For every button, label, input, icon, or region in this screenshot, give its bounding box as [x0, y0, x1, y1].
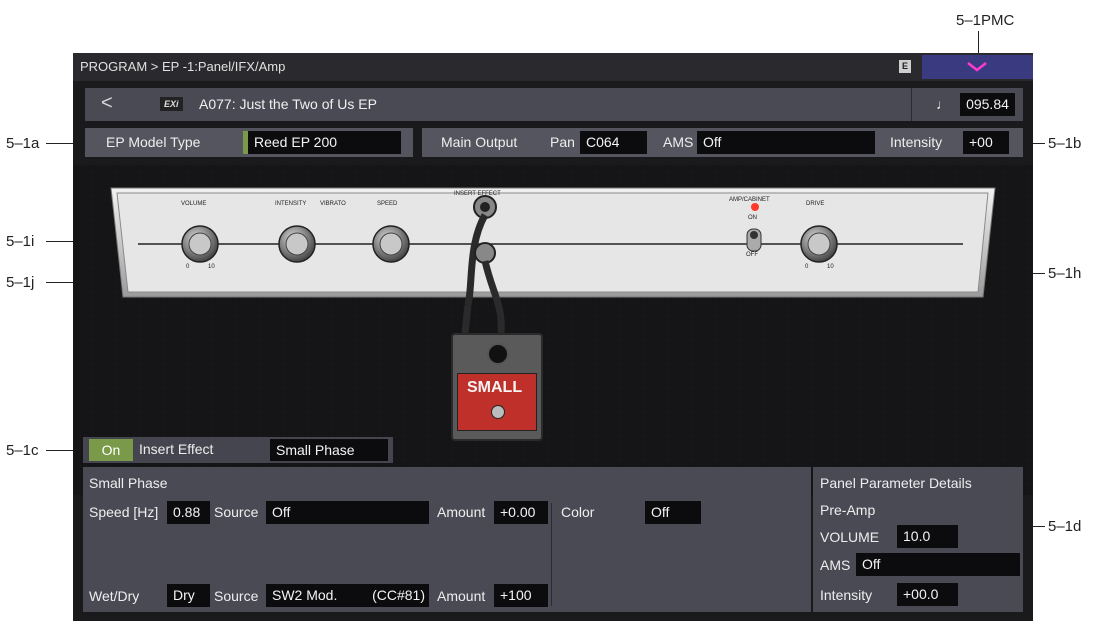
source-2-field[interactable]: SW2 Mod. (CC#81): [266, 584, 429, 607]
amount-2-field[interactable]: +100: [494, 584, 548, 607]
insert-effect-field[interactable]: Small Phase: [270, 439, 388, 461]
volume-scale-min: 0: [186, 264, 190, 270]
vibrato-label: VIBRATO: [320, 201, 346, 207]
details-intensity-label: Intensity: [820, 587, 873, 603]
insert-effect-jack-label: INSERT EFFECT: [454, 191, 501, 197]
intensity-label: Intensity: [890, 134, 943, 150]
pedal-label: SMALL: [467, 379, 523, 396]
chevron-down-icon: [967, 62, 987, 72]
source-2-value: SW2 Mod.: [272, 587, 338, 603]
callout-5-1pmc: 5–1PMC: [956, 12, 1015, 29]
source-1-field[interactable]: Off: [266, 501, 429, 524]
drive-scale-min: 0: [805, 264, 809, 270]
callout-5-1a: 5–1a: [6, 135, 40, 152]
ams-label: AMS: [663, 134, 694, 150]
chevron-left-icon[interactable]: <: [101, 92, 113, 115]
details-ams-label: AMS: [820, 557, 851, 573]
drive-scale-max: 10: [827, 264, 834, 270]
callout-5-1j: 5–1j: [6, 274, 35, 291]
pedal-knob[interactable]: [487, 343, 509, 365]
callout-5-1b: 5–1b: [1048, 135, 1082, 152]
source-1-label: Source: [214, 504, 259, 520]
intensity-knob[interactable]: [278, 225, 316, 263]
intensity-knob-label: INTENSITY: [275, 201, 307, 207]
details-volume-label: VOLUME: [820, 529, 880, 545]
program-name[interactable]: A077: Just the Two of Us EP: [199, 96, 377, 112]
amount-1-field[interactable]: +0.00: [494, 501, 548, 524]
insert-effect-jack[interactable]: [473, 195, 497, 219]
callout-5-1d: 5–1d: [1048, 518, 1082, 535]
pan-label: Pan: [550, 134, 575, 150]
small-phase-panel: Small Phase Speed [Hz] 0.88 Source Off A…: [83, 467, 811, 612]
callout-5-1h: 5–1h: [1048, 265, 1082, 282]
divider: [551, 503, 552, 606]
insert-effect-row: On Insert Effect Small Phase: [83, 437, 393, 463]
speed-knob-label: SPEED: [377, 201, 398, 207]
volume-knob-label: VOLUME: [181, 201, 207, 207]
small-phase-pedal[interactable]: SMALL: [451, 333, 543, 441]
source-2-cc: (CC#81): [372, 587, 425, 603]
speed-label: Speed [Hz]: [89, 504, 159, 520]
ams-field[interactable]: Off: [697, 131, 875, 154]
drive-knob[interactable]: [800, 225, 838, 263]
tempo-field[interactable]: 095.84: [960, 93, 1015, 116]
ep-model-row: EP Model Type Reed EP 200: [85, 128, 413, 157]
divider: [911, 88, 912, 121]
breadcrumb: PROGRAM > EP -1:Panel/IFX/Amp: [80, 59, 286, 74]
details-title: Panel Parameter Details: [820, 475, 972, 491]
details-intensity-field[interactable]: +00.0: [897, 583, 958, 606]
details-ams-field[interactable]: Off: [856, 553, 1020, 576]
volume-knob[interactable]: [181, 225, 219, 263]
switch-off-label: OFF: [746, 252, 758, 258]
callout-5-1i: 5–1i: [6, 233, 35, 250]
main-output-row: Main Output Pan C064 AMS Off Intensity +…: [422, 128, 1023, 157]
e-badge: E: [899, 60, 911, 73]
intensity-field[interactable]: +00: [963, 131, 1009, 154]
color-label: Color: [561, 504, 595, 520]
amp-cabinet-label: AMP/CABINET: [729, 197, 770, 203]
amount-1-label: Amount: [437, 504, 486, 520]
details-section: Pre-Amp: [820, 502, 876, 518]
program-select-bar: < EXi A077: Just the Two of Us EP ♩ 095.…: [85, 88, 1023, 121]
ep-model-type-label: EP Model Type: [106, 134, 201, 150]
small-phase-title: Small Phase: [89, 475, 168, 491]
details-volume-field[interactable]: 10.0: [897, 525, 958, 548]
amp-on-led: [751, 203, 759, 211]
title-bar: PROGRAM > EP -1:Panel/IFX/Amp E: [73, 53, 1033, 81]
drive-knob-label: DRIVE: [806, 201, 825, 207]
page-menu-command-button[interactable]: [922, 55, 1033, 79]
exi-badge: EXi: [160, 97, 183, 111]
insert-effect-label: Insert Effect: [139, 441, 214, 457]
main-output-label: Main Output: [441, 134, 518, 150]
pan-field[interactable]: C064: [580, 131, 647, 154]
speed-knob[interactable]: [372, 225, 410, 263]
color-field[interactable]: Off: [645, 501, 701, 524]
amp-cabinet-switch[interactable]: [746, 228, 762, 252]
source-2-label: Source: [214, 588, 259, 604]
wetdry-field[interactable]: Dry: [167, 584, 210, 607]
insert-effect-on-button[interactable]: On: [89, 439, 133, 461]
panel-parameter-details: Panel Parameter Details Pre-Amp VOLUME 1…: [813, 467, 1023, 612]
volume-scale-max: 10: [208, 264, 215, 270]
speed-field[interactable]: 0.88: [167, 501, 210, 524]
quarter-note-icon: ♩: [936, 96, 950, 112]
wetdry-label: Wet/Dry: [89, 588, 140, 604]
ep-model-type-field[interactable]: Reed EP 200: [248, 131, 401, 154]
switch-on-label: ON: [748, 215, 757, 221]
callout-5-1c: 5–1c: [6, 442, 39, 459]
pedal-footswitch[interactable]: [491, 405, 505, 419]
amount-2-label: Amount: [437, 588, 486, 604]
program-screen: PROGRAM > EP -1:Panel/IFX/Amp E < EXi A0…: [73, 53, 1033, 621]
